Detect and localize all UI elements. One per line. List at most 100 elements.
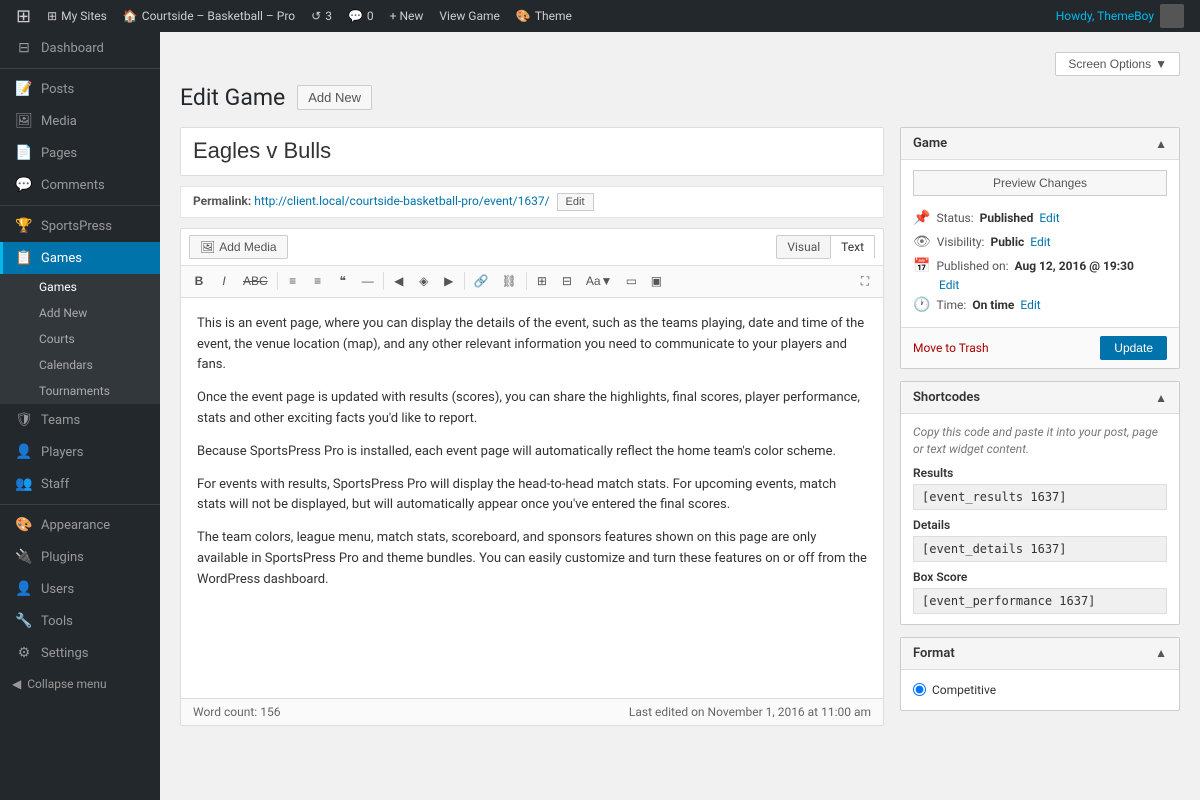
hr-button[interactable]: — bbox=[356, 270, 380, 292]
details-label: Details bbox=[913, 518, 1167, 532]
visibility-edit-link[interactable]: Edit bbox=[1030, 235, 1050, 249]
word-count: Word count: 156 bbox=[193, 705, 280, 719]
screen-options-button[interactable]: Screen Options ▼ bbox=[1055, 52, 1180, 76]
boxscore-label: Box Score bbox=[913, 570, 1167, 584]
submenu-courts[interactable]: Courts bbox=[0, 326, 160, 352]
format-option-label: Competitive bbox=[932, 683, 996, 697]
my-sites[interactable]: ⊞ My Sites bbox=[39, 0, 115, 32]
insert-row-button[interactable]: ⊟ bbox=[555, 270, 579, 292]
sidebar-item-players[interactable]: 👤 Players bbox=[0, 436, 160, 468]
collapse-menu[interactable]: ◀ Collapse menu bbox=[0, 669, 160, 699]
unlink-button[interactable]: ⛓ bbox=[496, 270, 523, 292]
editor-tabs: Visual Text bbox=[776, 235, 875, 259]
wp-logo[interactable]: ⊞ bbox=[8, 0, 39, 32]
boxscore-shortcode[interactable]: [event_performance 1637] bbox=[913, 588, 1167, 614]
results-shortcode[interactable]: [event_results 1637] bbox=[913, 484, 1167, 510]
sidebar-item-games[interactable]: 📋 Games bbox=[0, 242, 160, 274]
status-row: 📌 Status: Published Edit bbox=[913, 206, 1167, 230]
format-panel-toggle[interactable]: ▲ bbox=[1155, 646, 1167, 660]
settings-icon: ⚙ bbox=[15, 645, 33, 661]
admin-bar: ⊞ ⊞ My Sites 🏠 Courtside – Basketball – … bbox=[0, 0, 1200, 32]
sidebar-item-settings[interactable]: ⚙ Settings bbox=[0, 637, 160, 669]
sidebar-item-appearance[interactable]: 🎨 Appearance bbox=[0, 509, 160, 541]
comments-icon: 💬 bbox=[15, 177, 33, 193]
sidebar-item-teams[interactable]: 🛡 Teams bbox=[0, 404, 160, 436]
site-name[interactable]: 🏠 Courtside – Basketball – Pro bbox=[115, 0, 303, 32]
format-select[interactable]: Aa▼ bbox=[580, 270, 619, 292]
calendar-icon: 📅 bbox=[913, 258, 930, 274]
trash-link[interactable]: Move to Trash bbox=[913, 341, 989, 355]
theme-button[interactable]: 🎨 Theme bbox=[508, 0, 580, 32]
permalink-edit-button[interactable]: Edit bbox=[557, 193, 594, 211]
content-paragraph-5: The team colors, league menu, match stat… bbox=[197, 528, 867, 590]
media-add-icon: 🖼 bbox=[200, 240, 215, 254]
shortcodes-panel-header: Shortcodes ▲ bbox=[901, 382, 1179, 414]
sidebar-item-dashboard[interactable]: ⊟ Dashboard bbox=[0, 32, 160, 64]
game-panel-toggle[interactable]: ▲ bbox=[1155, 137, 1167, 151]
page-header: Edit Game Add New bbox=[180, 84, 1180, 111]
tab-visual[interactable]: Visual bbox=[776, 235, 830, 259]
game-panel-body: Preview Changes 📌 Status: Published Edit… bbox=[901, 160, 1179, 327]
published-row: 📅 Published on: Aug 12, 2016 @ 19:30 bbox=[913, 254, 1167, 278]
comments-count[interactable]: 💬 0 bbox=[340, 0, 382, 32]
format-panel-title: Format bbox=[913, 646, 955, 661]
preview-changes-button[interactable]: Preview Changes bbox=[913, 170, 1167, 196]
sidebar-item-tools[interactable]: 🔧 Tools bbox=[0, 605, 160, 637]
link-button[interactable]: 🔗 bbox=[468, 270, 495, 292]
collapse-icon: ◀ bbox=[12, 677, 21, 691]
update-button[interactable]: Update bbox=[1100, 336, 1167, 360]
insert-custom-button[interactable]: ▭ bbox=[619, 270, 643, 292]
results-label: Results bbox=[913, 466, 1167, 480]
ul-button[interactable]: ≡ bbox=[281, 270, 305, 292]
new-button[interactable]: + New bbox=[382, 0, 432, 32]
editor-content[interactable]: This is an event page, where you can dis… bbox=[181, 298, 883, 698]
sportspress-icon: 🏆 bbox=[15, 218, 33, 234]
submenu-games[interactable]: Games bbox=[0, 274, 160, 300]
status-icon: 📌 bbox=[913, 210, 930, 226]
status-label: Status: bbox=[936, 211, 973, 225]
add-media-button[interactable]: 🖼 Add Media bbox=[189, 235, 288, 259]
content-paragraph-3: Because SportsPress Pro is installed, ea… bbox=[197, 442, 867, 463]
games-icon: 📋 bbox=[15, 250, 33, 266]
format-radio-competitive[interactable] bbox=[913, 683, 926, 696]
submenu-tournaments[interactable]: Tournaments bbox=[0, 378, 160, 404]
align-right-button[interactable]: ▶ bbox=[437, 270, 461, 292]
align-center-button[interactable]: ◈ bbox=[412, 270, 436, 292]
status-edit-link[interactable]: Edit bbox=[1039, 211, 1059, 225]
time-edit-link[interactable]: Edit bbox=[1020, 298, 1040, 312]
shortcodes-panel-toggle[interactable]: ▲ bbox=[1155, 391, 1167, 405]
submenu-add-new[interactable]: Add New bbox=[0, 300, 160, 326]
media-icon: 🖼 bbox=[15, 113, 33, 129]
blockquote-button[interactable]: ❝ bbox=[331, 270, 355, 292]
tab-text[interactable]: Text bbox=[830, 235, 875, 259]
plugins-icon: 🔌 bbox=[15, 549, 33, 565]
fullscreen-button[interactable]: ⛶ bbox=[853, 270, 877, 293]
sidebar-item-media[interactable]: 🖼 Media bbox=[0, 105, 160, 137]
formatting-toolbar: B I ABC ≡ ≡ ❝ — ◀ ◈ ▶ 🔗 ⛓ bbox=[181, 266, 883, 298]
post-title-input[interactable] bbox=[180, 127, 884, 176]
sidebar-item-users[interactable]: 👤 Users bbox=[0, 573, 160, 605]
italic-button[interactable]: I bbox=[212, 270, 236, 292]
sidebar-item-plugins[interactable]: 🔌 Plugins bbox=[0, 541, 160, 573]
format-panel-body: Competitive bbox=[901, 670, 1179, 710]
revisions[interactable]: ↺ 3 bbox=[303, 0, 340, 32]
insert-more-button[interactable]: ▣ bbox=[644, 270, 668, 292]
align-left-button[interactable]: ◀ bbox=[387, 270, 411, 292]
bold-button[interactable]: B bbox=[187, 270, 211, 292]
add-new-button[interactable]: Add New bbox=[297, 85, 372, 110]
insert-table-button[interactable]: ⊞ bbox=[530, 270, 554, 292]
sidebar-item-sportspress[interactable]: 🏆 SportsPress bbox=[0, 210, 160, 242]
format-panel: Format ▲ Competitive bbox=[900, 637, 1180, 711]
sidebar-item-pages[interactable]: 📄 Pages bbox=[0, 137, 160, 169]
view-game[interactable]: View Game bbox=[431, 0, 508, 32]
strikethrough-button[interactable]: ABC bbox=[237, 270, 274, 292]
details-shortcode[interactable]: [event_details 1637] bbox=[913, 536, 1167, 562]
ol-button[interactable]: ≡ bbox=[306, 270, 330, 292]
sidebar-item-staff[interactable]: 👥 Staff bbox=[0, 468, 160, 500]
users-icon: 👤 bbox=[15, 581, 33, 597]
sidebar-item-comments[interactable]: 💬 Comments bbox=[0, 169, 160, 201]
sidebar-item-posts[interactable]: 📝 Posts bbox=[0, 73, 160, 105]
published-edit-link[interactable]: Edit bbox=[939, 278, 959, 292]
submenu-calendars[interactable]: Calendars bbox=[0, 352, 160, 378]
permalink-url[interactable]: http://client.local/courtside-basketball… bbox=[254, 194, 549, 208]
